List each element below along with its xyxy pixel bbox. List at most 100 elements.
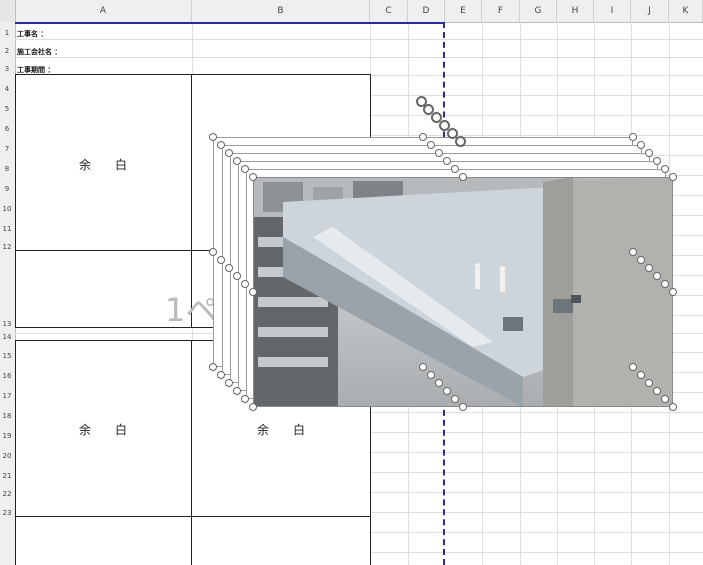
- row-header-5[interactable]: 5: [0, 105, 14, 113]
- blank-label: 余 白: [79, 158, 134, 172]
- row-header-18[interactable]: 18: [0, 412, 14, 420]
- resize-handle-icon[interactable]: [427, 141, 435, 149]
- resize-handle-icon[interactable]: [419, 133, 427, 141]
- select-all-corner[interactable]: [0, 0, 16, 22]
- rotate-handle-icon[interactable]: [455, 136, 466, 147]
- resize-handle-icon[interactable]: [637, 141, 645, 149]
- resize-handle-icon[interactable]: [241, 280, 249, 288]
- row-header-14[interactable]: 14: [0, 333, 14, 341]
- resize-handle-icon[interactable]: [645, 264, 653, 272]
- resize-handle-icon[interactable]: [217, 371, 225, 379]
- row-header-22[interactable]: 22: [0, 490, 14, 498]
- row-header-17[interactable]: 17: [0, 392, 14, 400]
- construction-name-label: 工事名 ：: [17, 30, 48, 38]
- row-header-16[interactable]: 16: [0, 372, 14, 380]
- row-header-bar: 1 2 3 4 5 6 7 8 9 10 11 12 13 14 15 16 1…: [0, 22, 16, 565]
- resize-handle-icon[interactable]: [459, 173, 467, 181]
- row-header-20[interactable]: 20: [0, 452, 14, 460]
- caption-box-bottom-left[interactable]: [15, 516, 192, 565]
- row-header-19[interactable]: 19: [0, 432, 14, 440]
- rooftop-photo-image[interactable]: [253, 177, 673, 407]
- blank-label: 余 白: [257, 423, 312, 437]
- spreadsheet-sheet[interactable]: A B C D E F G H I J K 1 2 3 4 5 6 7 8 9 …: [0, 0, 703, 565]
- resize-handle-icon[interactable]: [225, 149, 233, 157]
- row-header-4[interactable]: 4: [0, 85, 14, 93]
- grid-line: [15, 57, 703, 58]
- resize-handle-icon[interactable]: [233, 387, 241, 395]
- resize-handle-icon[interactable]: [661, 280, 669, 288]
- column-header-c[interactable]: C: [370, 0, 408, 22]
- resize-handle-icon[interactable]: [653, 157, 661, 165]
- resize-handle-icon[interactable]: [629, 133, 637, 141]
- resize-handle-icon[interactable]: [669, 173, 677, 181]
- photo-box-top-left[interactable]: 余 白: [15, 74, 192, 251]
- column-header-i[interactable]: I: [594, 0, 631, 22]
- row-header-7[interactable]: 7: [0, 145, 14, 153]
- column-header-h[interactable]: H: [557, 0, 594, 22]
- column-header-a[interactable]: A: [15, 0, 192, 22]
- page-break-top-line: [15, 22, 445, 24]
- row-header-12[interactable]: 12: [0, 243, 14, 251]
- column-header-d[interactable]: D: [408, 0, 445, 22]
- resize-handle-icon[interactable]: [451, 395, 459, 403]
- row-header-2[interactable]: 2: [0, 47, 14, 55]
- column-header-j[interactable]: J: [631, 0, 669, 22]
- resize-handle-icon[interactable]: [241, 395, 249, 403]
- row-header-8[interactable]: 8: [0, 165, 14, 173]
- resize-handle-icon[interactable]: [645, 379, 653, 387]
- row-header-6[interactable]: 6: [0, 125, 14, 133]
- resize-handle-icon[interactable]: [443, 157, 451, 165]
- resize-handle-icon[interactable]: [629, 363, 637, 371]
- row-header-3[interactable]: 3: [0, 65, 14, 73]
- contractor-name-label: 施工会社名 ：: [17, 48, 62, 56]
- photo-box-bottom-left[interactable]: 余 白: [15, 340, 192, 517]
- resize-handle-icon[interactable]: [249, 403, 257, 411]
- resize-handle-icon[interactable]: [435, 149, 443, 157]
- resize-handle-icon[interactable]: [661, 165, 669, 173]
- resize-handle-icon[interactable]: [233, 272, 241, 280]
- resize-handle-icon[interactable]: [645, 149, 653, 157]
- resize-handle-icon[interactable]: [637, 371, 645, 379]
- resize-handle-icon[interactable]: [443, 387, 451, 395]
- resize-handle-icon[interactable]: [217, 141, 225, 149]
- resize-handle-icon[interactable]: [249, 173, 257, 181]
- resize-handle-icon[interactable]: [669, 403, 677, 411]
- resize-handle-icon[interactable]: [419, 363, 427, 371]
- resize-handle-icon[interactable]: [209, 363, 217, 371]
- resize-handle-icon[interactable]: [637, 256, 645, 264]
- row-header-13[interactable]: 13: [0, 320, 14, 328]
- resize-handle-icon[interactable]: [217, 256, 225, 264]
- row-header-1[interactable]: 1: [0, 29, 14, 37]
- resize-handle-icon[interactable]: [225, 379, 233, 387]
- resize-handle-icon[interactable]: [653, 272, 661, 280]
- column-header-f[interactable]: F: [482, 0, 520, 22]
- resize-handle-icon[interactable]: [209, 248, 217, 256]
- resize-handle-icon[interactable]: [249, 288, 257, 296]
- blank-label: 余 白: [79, 423, 134, 437]
- grid-line: [15, 39, 703, 40]
- resize-handle-icon[interactable]: [661, 395, 669, 403]
- row-header-15[interactable]: 15: [0, 352, 14, 360]
- resize-handle-icon[interactable]: [459, 403, 467, 411]
- resize-handle-icon[interactable]: [629, 248, 637, 256]
- column-header-b[interactable]: B: [192, 0, 370, 22]
- resize-handle-icon[interactable]: [225, 264, 233, 272]
- resize-handle-icon[interactable]: [435, 379, 443, 387]
- row-header-9[interactable]: 9: [0, 185, 14, 193]
- row-header-11[interactable]: 11: [0, 225, 14, 233]
- resize-handle-icon[interactable]: [653, 387, 661, 395]
- resize-handle-icon[interactable]: [451, 165, 459, 173]
- column-header-bar: A B C D E F G H I J K: [0, 0, 703, 23]
- resize-handle-icon[interactable]: [669, 288, 677, 296]
- row-header-10[interactable]: 10: [0, 205, 14, 213]
- row-header-23[interactable]: 23: [0, 509, 14, 517]
- row-header-21[interactable]: 21: [0, 472, 14, 480]
- resize-handle-icon[interactable]: [233, 157, 241, 165]
- column-header-e[interactable]: E: [445, 0, 482, 22]
- caption-box-bottom-right[interactable]: [191, 516, 371, 565]
- column-header-g[interactable]: G: [520, 0, 557, 22]
- resize-handle-icon[interactable]: [427, 371, 435, 379]
- resize-handle-icon[interactable]: [241, 165, 249, 173]
- resize-handle-icon[interactable]: [209, 133, 217, 141]
- column-header-k[interactable]: K: [669, 0, 703, 22]
